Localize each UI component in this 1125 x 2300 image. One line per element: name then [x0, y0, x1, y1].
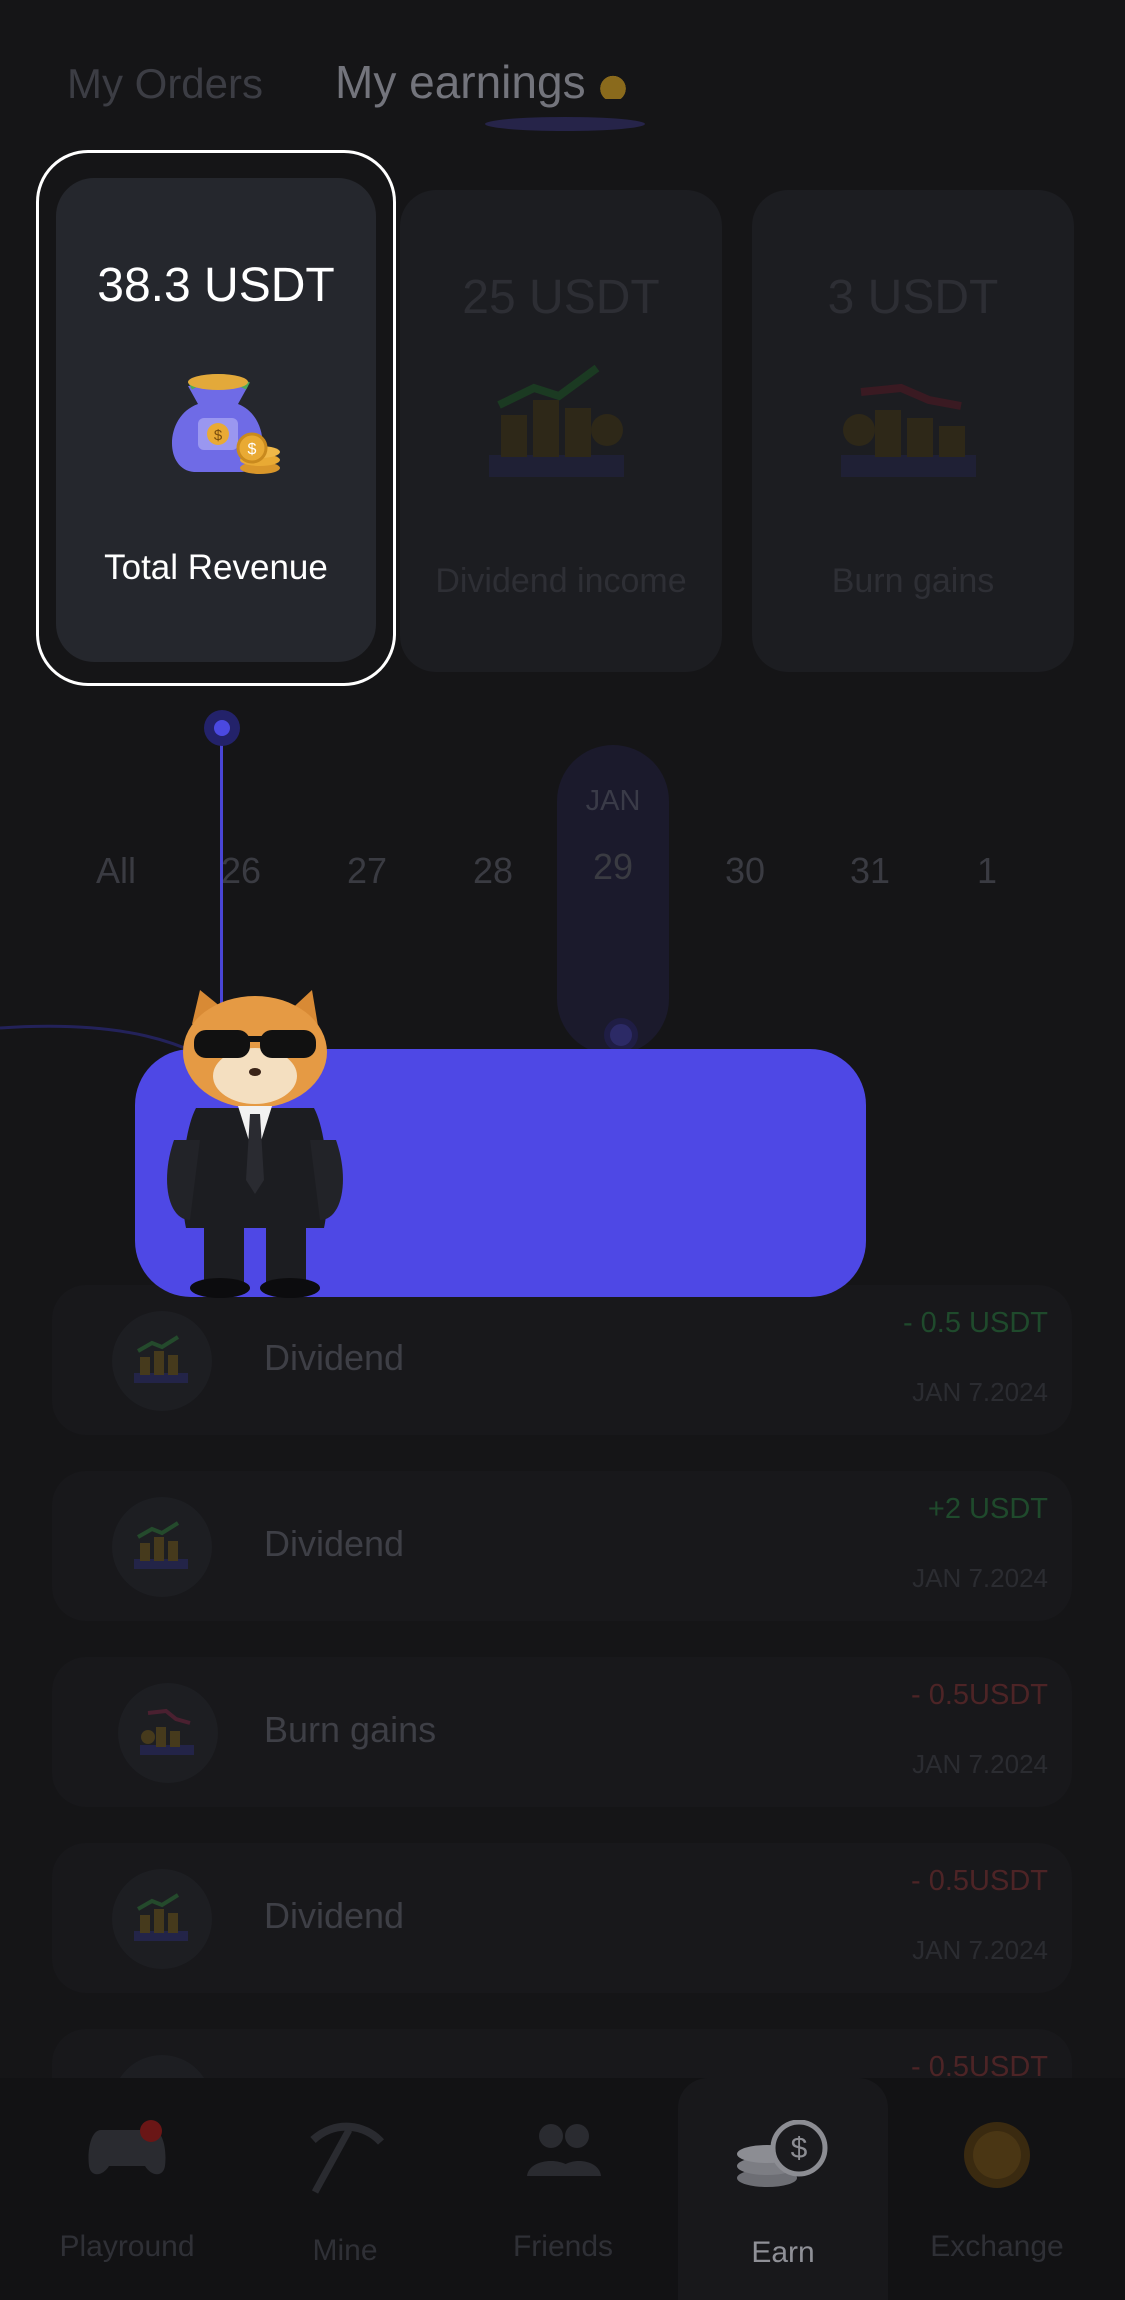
transaction-name: Dividend [264, 1523, 405, 1564]
date-29[interactable]: 29 [593, 846, 633, 888]
cat-mascot-illustration [167, 990, 343, 1298]
tour-connector-line [220, 726, 223, 1016]
tab-my-earnings[interactable]: My earnings [335, 55, 646, 131]
tour-connector-dot [204, 710, 240, 746]
tab-bar: My Orders My earnings [67, 55, 646, 131]
dividend-icon [112, 1497, 212, 1597]
transaction-name: Dividend [264, 1895, 405, 1936]
date-27[interactable]: 27 [347, 850, 387, 892]
nav-label: Exchange [930, 2230, 1064, 2263]
total-revenue-value: 38.3 USDT [97, 259, 335, 312]
date-selector: All 26 27 28 29 30 31 1 [0, 846, 1125, 910]
transaction-date: JAN 7.2024 [912, 1563, 1048, 1593]
tab-my-earnings-label: My earnings [335, 56, 586, 108]
date-26[interactable]: 26 [221, 850, 261, 892]
nav-label: Playround [59, 2230, 195, 2263]
exchange-token-icon [964, 2122, 1030, 2188]
burn-gains-label: Burn gains [831, 562, 995, 600]
date-31[interactable]: 31 [850, 850, 890, 892]
total-revenue-label: Total Revenue [104, 548, 328, 587]
date-all[interactable]: All [96, 850, 136, 892]
list-item[interactable]: Dividend - 0.5USDT JAN 7.2024 [52, 1843, 1072, 1993]
notification-badge [140, 2120, 162, 2142]
transaction-amount: - 0.5USDT [911, 1865, 1048, 1897]
transaction-amount: - 0.5 USDT [902, 1307, 1048, 1339]
month-label: JAN [585, 785, 641, 817]
tab-active-indicator [485, 117, 646, 131]
total-revenue-card[interactable]: 38.3 USDT $ $ Total Revenue [56, 178, 376, 662]
nav-mine[interactable]: Mine [240, 2078, 450, 2300]
svg-text:$: $ [214, 427, 223, 444]
dividend-income-value: 25 USDT [462, 271, 660, 324]
dividend-income-card[interactable]: 25 USDT Dividend income [400, 190, 722, 672]
transaction-amount: - 0.5USDT [911, 1679, 1048, 1711]
tab-my-orders[interactable]: My Orders [67, 60, 263, 108]
list-item[interactable]: Dividend +2 USDT JAN 7.2024 [52, 1471, 1072, 1621]
bottom-nav: Playround Mine Friends $ Earn Exchange [0, 2078, 1125, 2300]
friends-icon [527, 2124, 601, 2176]
date-28[interactable]: 28 [473, 850, 513, 892]
list-item[interactable]: Burn gains - 0.5USDT JAN 7.2024 [52, 1657, 1072, 1807]
money-bag-icon [595, 72, 630, 99]
burn-gains-value: 3 USDT [827, 271, 999, 324]
burn-chart-icon [841, 383, 976, 477]
date-1[interactable]: 1 [977, 850, 997, 892]
dividend-income-label: Dividend income [435, 562, 687, 600]
svg-text:$: $ [791, 2132, 808, 2165]
money-bag-icon: $ $ [171, 374, 280, 474]
nav-friends[interactable]: Friends [458, 2078, 668, 2300]
burn-icon [118, 1683, 218, 1783]
transaction-date: JAN 7.2024 [912, 1377, 1048, 1407]
nav-label: Earn [751, 2236, 815, 2269]
svg-text:$: $ [248, 441, 257, 458]
burn-gains-card[interactable]: 3 USDT Burn gains [752, 190, 1074, 672]
dividend-icon [112, 1311, 212, 1411]
transaction-name: Dividend [264, 1337, 405, 1378]
transaction-date: JAN 7.2024 [912, 1935, 1048, 1965]
list-item[interactable]: Dividend - 0.5 USDT JAN 7.2024 [52, 1285, 1072, 1435]
dividend-chart-icon [489, 364, 624, 477]
coins-icon: $ [737, 2120, 828, 2187]
dividend-icon [112, 1869, 212, 1969]
date-30[interactable]: 30 [725, 850, 765, 892]
nav-label: Friends [512, 2230, 614, 2263]
transaction-amount: +2 USDT [927, 1493, 1048, 1525]
nav-earn[interactable]: $ Earn [678, 2078, 888, 2300]
transaction-name: Burn gains [264, 1709, 437, 1750]
nav-exchange[interactable]: Exchange [892, 2078, 1102, 2300]
nav-label: Mine [312, 2234, 378, 2267]
pickaxe-icon [310, 2122, 384, 2194]
transaction-date: JAN 7.2024 [912, 1749, 1048, 1779]
nav-playround[interactable]: Playround [22, 2078, 232, 2300]
